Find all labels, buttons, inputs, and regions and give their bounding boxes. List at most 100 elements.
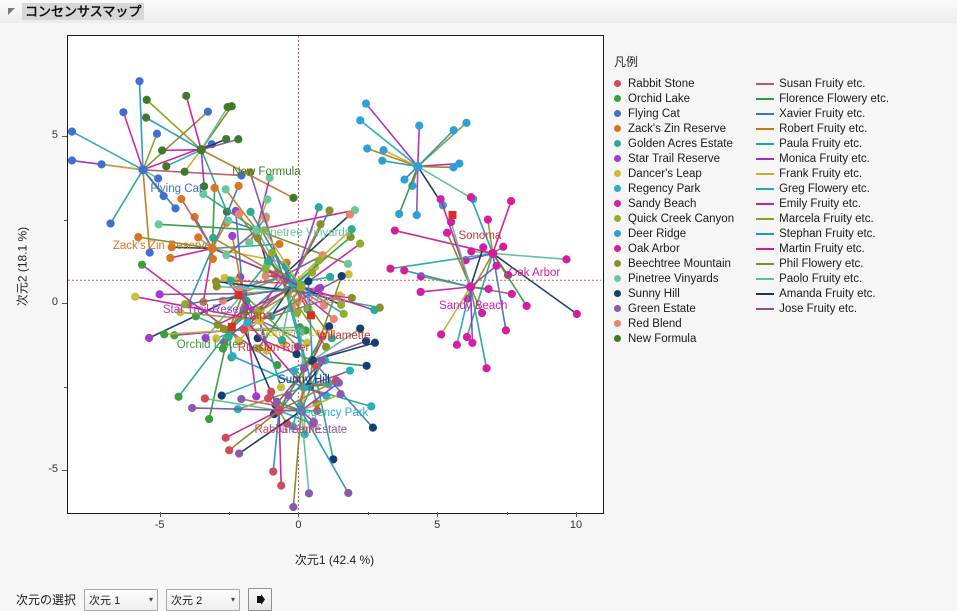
x-tick-mark-2: [437, 512, 438, 517]
legend-column-attributes: Susan Fruity etc.Florence Flowery etc.Xa…: [756, 76, 889, 346]
legend-item-label: Quick Creek Canyon: [628, 213, 734, 225]
legend-item-label: Regency Park: [628, 183, 700, 195]
y-tick-label-0: 5: [36, 129, 58, 141]
legend-item-product-17[interactable]: New Formula: [614, 331, 734, 346]
legend-item-label: Star Trail Reserve: [628, 153, 720, 165]
plot-point-label-17: Sandy Beach: [439, 300, 507, 312]
legend-dot-icon: [614, 155, 621, 162]
legend-item-product-0[interactable]: Rabbit Stone: [614, 76, 734, 91]
chevron-down-icon: ▾: [149, 595, 153, 604]
cluster-deer-ridge[interactable]: [356, 100, 477, 220]
legend-line-icon: [756, 263, 774, 265]
legend-item-attribute-6[interactable]: Frank Fruity etc.: [756, 166, 889, 181]
y-minor-tick-0: [64, 220, 67, 221]
legend-item-label: Flying Cat: [628, 108, 680, 120]
legend-line-icon: [756, 278, 774, 280]
apply-dimensions-button[interactable]: [248, 588, 272, 611]
legend-item-attribute-2[interactable]: Xavier Fruity etc.: [756, 106, 889, 121]
legend-dot-icon: [614, 230, 621, 237]
legend-item-attribute-1[interactable]: Florence Flowery etc.: [756, 91, 889, 106]
legend-dot-icon: [614, 110, 621, 117]
legend-item-product-4[interactable]: Golden Acres Estate: [614, 136, 734, 151]
legend-item-product-8[interactable]: Sandy Beach: [614, 196, 734, 211]
x-tick-label-1: 0: [288, 519, 308, 531]
plot-point-label-1: Flying Cat: [150, 183, 202, 195]
legend-item-label: Beechtree Mountain: [628, 258, 731, 270]
legend-item-attribute-7[interactable]: Greg Flowery etc.: [756, 181, 889, 196]
legend-item-attribute-11[interactable]: Martin Fruity etc.: [756, 241, 889, 256]
legend-item-product-9[interactable]: Quick Creek Canyon: [614, 211, 734, 226]
window-title-bar: コンセンサスマップ: [0, 0, 957, 24]
legend-item-label: Dancer's Leap: [628, 168, 702, 180]
plot-point-label-10: Willamette: [317, 330, 371, 342]
legend-item-attribute-13[interactable]: Paolo Fruity etc.: [756, 271, 889, 286]
legend-item-product-15[interactable]: Green Estate: [614, 301, 734, 316]
legend-item-product-16[interactable]: Red Blend: [614, 316, 734, 331]
plot-point-label-6: Orchid Lake: [177, 339, 239, 351]
plot-point-label-11: Sunny Hill: [278, 374, 330, 386]
legend-item-attribute-9[interactable]: Marcela Fruity etc.: [756, 211, 889, 226]
legend-item-attribute-10[interactable]: Stephan Fruity etc.: [756, 226, 889, 241]
legend-item-product-11[interactable]: Oak Arbor: [614, 241, 734, 256]
legend-item-attribute-3[interactable]: Robert Fruity etc.: [756, 121, 889, 136]
legend-dot-icon: [614, 140, 621, 147]
legend-item-label: Oak Arbor: [628, 243, 680, 255]
legend-item-label: Emily Fruity etc.: [779, 198, 861, 210]
legend-item-product-2[interactable]: Flying Cat: [614, 106, 734, 121]
legend-dot-icon: [614, 170, 621, 177]
legend-dot-icon: [614, 260, 621, 267]
legend-line-icon: [756, 113, 774, 115]
legend-item-attribute-8[interactable]: Emily Fruity etc.: [756, 196, 889, 211]
legend-item-label: Frank Fruity etc.: [779, 168, 862, 180]
legend-item-label: Golden Acres Estate: [628, 138, 733, 150]
plot-point-label-8: Russian River: [238, 342, 310, 354]
legend-dot-icon: [614, 335, 621, 342]
triangle-collapse-icon[interactable]: [4, 4, 20, 20]
legend-item-attribute-14[interactable]: Amanda Fruity etc.: [756, 286, 889, 301]
plot-point-label-4: Star Trail Reserve: [163, 304, 255, 316]
legend-item-product-13[interactable]: Pinetree Vinyards: [614, 271, 734, 286]
y-tick-label-2: -5: [36, 463, 58, 475]
legend-item-label: Pinetree Vinyards: [628, 273, 719, 285]
x-tick-label-0: -5: [150, 519, 170, 531]
legend-item-attribute-5[interactable]: Monica Fruity etc.: [756, 151, 889, 166]
plot-point-label-3: Zack's Zin Reserve: [113, 240, 211, 252]
x-minor-tick-0: [229, 512, 230, 515]
legend-item-label: Sandy Beach: [628, 198, 696, 210]
legend-item-attribute-12[interactable]: Phil Flowery etc.: [756, 256, 889, 271]
legend-item-product-5[interactable]: Star Trail Reserve: [614, 151, 734, 166]
x-tick-mark-1: [298, 512, 299, 517]
legend-item-label: Zack's Zin Reserve: [628, 123, 726, 135]
dimension-2-select[interactable]: 次元 2 ▾: [166, 589, 240, 611]
legend-line-icon: [756, 233, 774, 235]
legend-item-product-12[interactable]: Beechtree Mountain: [614, 256, 734, 271]
consensus-map-panel: New Formula Flying Cat Pinetree Vinyards Za…: [0, 23, 957, 594]
legend-item-product-1[interactable]: Orchid Lake: [614, 91, 734, 106]
legend-dot-icon: [614, 275, 621, 282]
plot-point-label-9: Red Blend: [292, 294, 346, 306]
legend-line-icon: [756, 308, 774, 310]
plot-point-label-16: Oak Arbor: [508, 267, 560, 279]
legend-dot-icon: [614, 125, 621, 132]
legend-line-icon: [756, 128, 774, 130]
legend-column-products: Rabbit StoneOrchid Lake Flying Cat Zack's …: [614, 76, 734, 346]
y-minor-tick-1: [64, 387, 67, 388]
legend-item-product-10[interactable]: Deer Ridge: [614, 226, 734, 241]
legend-item-attribute-15[interactable]: Jose Fruity etc.: [756, 301, 889, 316]
legend-item-attribute-0[interactable]: Susan Fruity etc.: [756, 76, 889, 91]
legend-line-icon: [756, 203, 774, 205]
plot-point-label-15: Sonoma: [458, 230, 501, 242]
plot-point-label-14: Green Estate: [279, 424, 347, 436]
legend-item-product-6[interactable]: Dancer's Leap: [614, 166, 734, 181]
legend-item-product-3[interactable]: Zack's Zin Reserve: [614, 121, 734, 136]
legend-item-label: Amanda Fruity etc.: [779, 288, 876, 300]
legend-item-attribute-4[interactable]: Paula Fruity etc.: [756, 136, 889, 151]
legend-item-label: Monica Fruity etc.: [779, 153, 870, 165]
x-tick-mark-0: [160, 512, 161, 517]
legend-item-label: Robert Fruity etc.: [779, 123, 867, 135]
dimension-1-select[interactable]: 次元 1 ▾: [84, 589, 158, 611]
legend-item-product-7[interactable]: Regency Park: [614, 181, 734, 196]
legend-item-product-14[interactable]: Sunny Hill: [614, 286, 734, 301]
plot-point-label-2: Pinetree Vinyards: [260, 227, 351, 239]
cluster-flying-cat[interactable]: [68, 77, 246, 257]
